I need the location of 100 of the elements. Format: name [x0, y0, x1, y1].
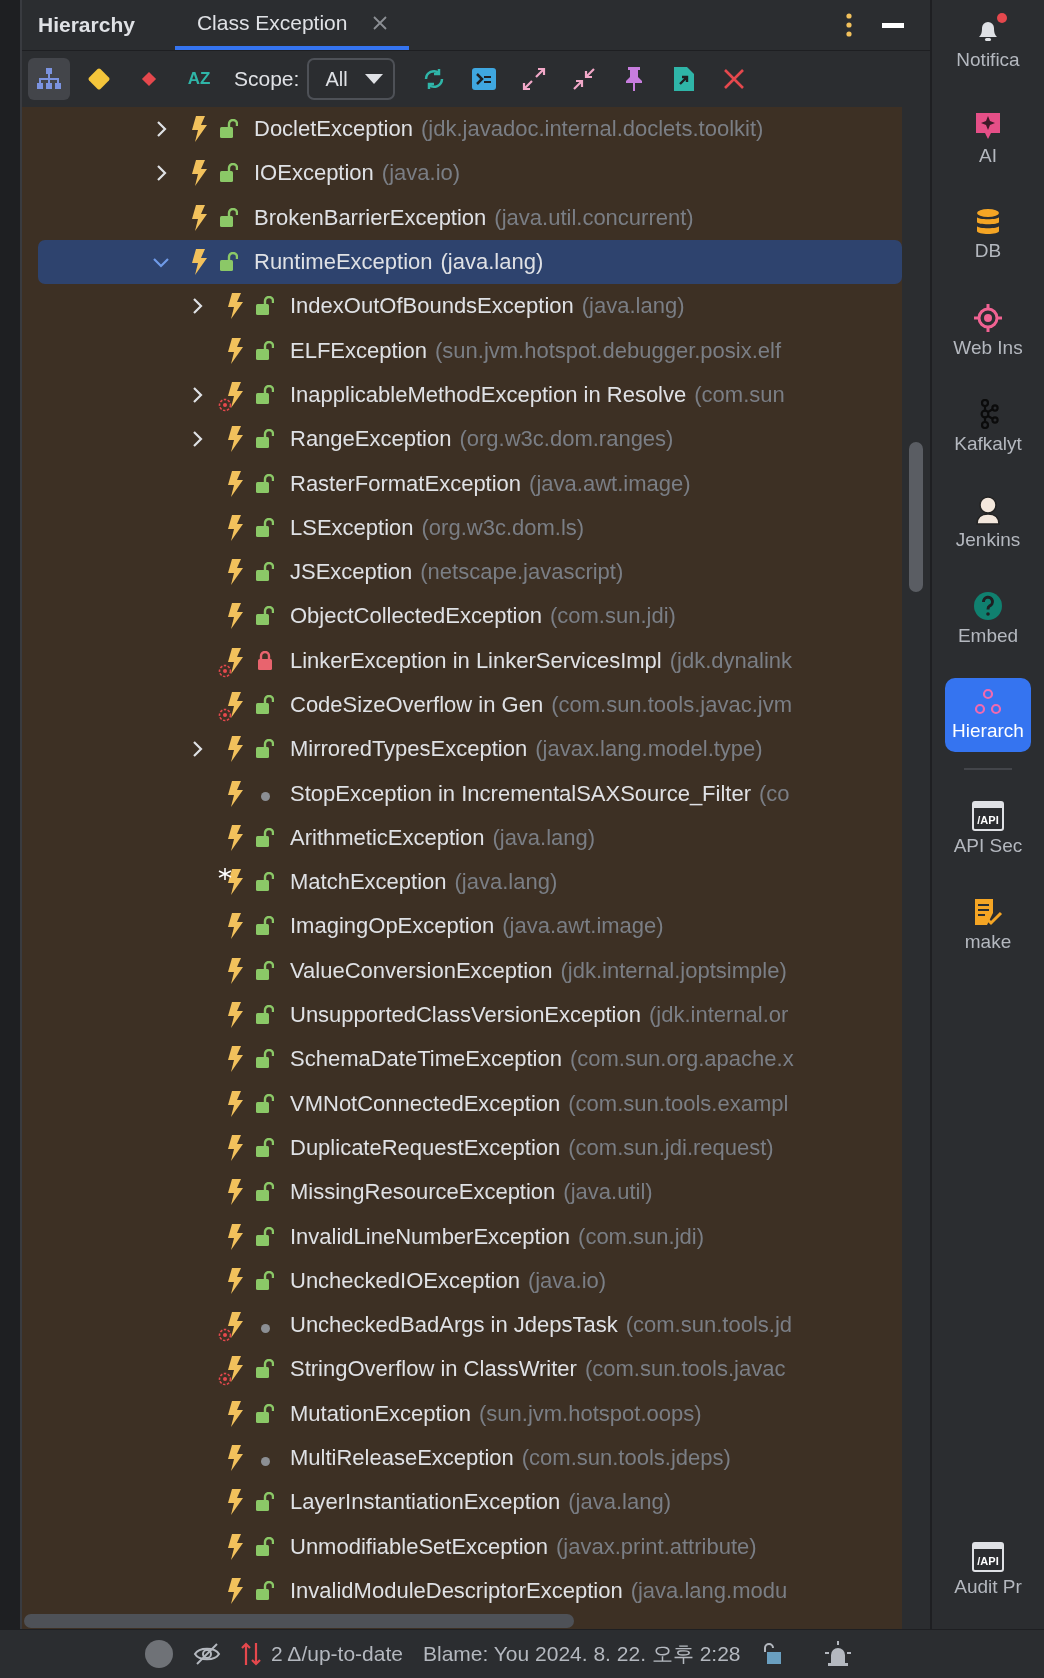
unlocked-icon — [256, 1093, 274, 1114]
class-name: LinkerException in LinkerServicesImpl — [290, 647, 662, 674]
status-circle-icon[interactable] — [145, 1640, 173, 1668]
tree-row[interactable]: RangeException (org.w3c.dom.ranges) — [38, 417, 902, 462]
tree-row[interactable]: StringOverflow in ClassWriter (com.sun.tools.javac — [38, 1347, 902, 1392]
unlocked-icon — [256, 517, 274, 538]
tree-row[interactable]: UnsupportedClassVersionException (jdk.internal.or — [38, 992, 902, 1038]
tree-row[interactable]: JSException (netscape.javascript) — [38, 549, 902, 595]
export-file-icon — [673, 66, 696, 92]
tool-window-button[interactable]: Notifica — [945, 6, 1031, 80]
unlocked-icon — [256, 1049, 274, 1070]
package-name: (jdk.internal.joptsimple) — [560, 957, 787, 984]
class-name: RangeException — [290, 426, 452, 453]
tree-row[interactable]: ObjectCollectedException (com.sun.jdi) — [38, 594, 902, 639]
package-name: (jdk.dynalink — [669, 647, 792, 674]
tree-row[interactable]: DocletException (jdk.javadoc.internal.doclets.toolkit) — [38, 107, 902, 152]
tree-row[interactable]: IndexOutOfBoundsException (java.lang) — [38, 284, 902, 329]
tool-window-button[interactable]: /API Audit Pr — [945, 1533, 1031, 1607]
unlocked-icon — [256, 1182, 274, 1203]
tree-row[interactable]: RasterFormatException (java.awt.image) — [38, 461, 902, 506]
tree-row[interactable]: UnmodifiableSetException (javax.print.attribute) — [38, 1524, 902, 1569]
tree-row[interactable]: StopException in IncrementalSAXSource_Filter (co — [38, 771, 902, 816]
tree-row[interactable]: SchemaDateTimeException (com.sun.org.apache.x — [38, 1037, 902, 1082]
tree-row[interactable]: MutationException (sun.jvm.hotspot.oops) — [38, 1391, 902, 1436]
unlocked-icon — [256, 606, 274, 627]
package-name: (javax.lang.model.type) — [535, 736, 763, 763]
hierarchy-button[interactable] — [28, 58, 70, 100]
alarm-light-icon[interactable] — [822, 1641, 853, 1667]
package-name: (java.lang) — [492, 824, 596, 851]
eye-off-icon[interactable] — [193, 1642, 221, 1666]
sparkle-icon — [974, 111, 1002, 141]
tree-row[interactable]: MultiReleaseException (com.sun.tools.jdeps) — [38, 1435, 902, 1481]
tool-window-button[interactable]: DB — [945, 198, 1031, 272]
tree-row[interactable]: IOException (java.io) — [38, 151, 902, 196]
dot-icon — [260, 1323, 270, 1333]
tool-window-button[interactable]: Embed — [945, 582, 1031, 656]
unlocked-icon — [256, 1359, 274, 1380]
tree-row[interactable]: MatchException (java.lang) — [38, 860, 902, 905]
lightning-icon — [227, 957, 243, 984]
unlocked-icon — [220, 252, 238, 273]
unlocked-icon — [256, 1403, 274, 1424]
tool-window-button[interactable]: Jenkins — [945, 486, 1031, 560]
tree-row[interactable]: CodeSizeOverflow in Gen (com.sun.tools.javac.jvm — [38, 682, 902, 728]
tree-row[interactable]: DuplicateRequestException (com.sun.jdi.request) — [38, 1125, 902, 1171]
class-name: BrokenBarrierException — [254, 204, 487, 231]
tree-row[interactable]: RuntimeException (java.lang) — [38, 239, 902, 285]
package-name: (java.lang) — [440, 249, 544, 276]
sort-button[interactable]: AZ — [178, 58, 220, 100]
tree-row[interactable]: UncheckedBadArgs in JdepsTask (com.sun.tools.jd — [38, 1303, 902, 1348]
tree-row[interactable]: LayerInstantiationException (java.lang) — [38, 1480, 902, 1525]
class-name: InapplicableMethodException in Resolve — [290, 381, 687, 408]
package-name: (java.lang.modu — [630, 1577, 788, 1604]
class-name: ImagingOpException — [290, 913, 495, 940]
vertical-scrollbar[interactable] — [909, 442, 923, 592]
tab[interactable]: Class Exception — [174, 0, 410, 50]
minimize-icon[interactable] — [882, 22, 904, 28]
hierarchy-icon — [973, 688, 1003, 716]
tool-window-button[interactable]: AI — [945, 102, 1031, 176]
tree-row[interactable]: BrokenBarrierException (java.util.concurrent) — [38, 195, 902, 240]
tool-window-button[interactable]: Kafkalyt — [945, 390, 1031, 464]
tree-row[interactable]: InvalidLineNumberException (com.sun.jdi) — [38, 1214, 902, 1259]
tree-row[interactable]: LSException (org.w3c.dom.ls) — [38, 505, 902, 550]
lightning-icon — [227, 1046, 243, 1073]
tool-window-button[interactable]: make — [945, 888, 1031, 962]
package-name: (sun.jvm.hotspot.debugger.posix.elf — [434, 337, 782, 364]
tool-window-button[interactable]: /API API Sec — [945, 792, 1031, 866]
class-name: IOException — [254, 160, 374, 187]
close-icon[interactable] — [373, 16, 388, 30]
tree-row[interactable]: ELFException (sun.jvm.hotspot.debugger.posix.elf — [38, 328, 902, 373]
up-down-arrows-icon[interactable] — [241, 1641, 261, 1667]
tree-row[interactable]: LinkerException in LinkerServicesImpl (jdk.dynalink — [38, 638, 902, 683]
dot-icon — [260, 1456, 270, 1466]
tree-row[interactable]: MirroredTypesException (javax.lang.model.type) — [38, 727, 902, 772]
class-name: CodeSizeOverflow in Gen — [290, 692, 544, 718]
tree-row[interactable]: ImagingOpException (java.awt.image) — [38, 904, 902, 949]
class-name: StopException in IncrementalSAXSource_Filter — [290, 780, 751, 807]
tree-row[interactable]: VMNotConnectedException (com.sun.tools.exampl — [38, 1081, 902, 1126]
tree-row[interactable]: InapplicableMethodException in Resolve (com.sun — [38, 372, 902, 418]
tree-row[interactable]: ArithmeticException (java.lang) — [38, 815, 902, 861]
tree-row[interactable]: ValueConversionException (jdk.internal.joptsimple) — [38, 948, 902, 993]
tree-row[interactable]: InvalidModuleDescriptorException (java.lang.modu — [38, 1568, 902, 1614]
package-name: (java.awt.image) — [502, 913, 664, 940]
lightning-icon — [227, 426, 243, 453]
package-name: (sun.jvm.hotspot.oops) — [479, 1400, 702, 1427]
unlocked-icon — [256, 872, 274, 893]
more-options-icon[interactable] — [846, 13, 852, 37]
tool-window-button[interactable]: Web Ins — [945, 294, 1031, 368]
class-name: MatchException — [290, 869, 447, 896]
tool-window-button[interactable]: Hierarch — [945, 678, 1031, 752]
lightning-icon — [227, 1090, 243, 1117]
tree-row[interactable]: UncheckedIOException (java.io) — [38, 1258, 902, 1303]
vcs-status[interactable]: 2 Δ/up-to-date — [271, 1642, 403, 1666]
blame-info[interactable]: Blame: You 2024. 8. 22. 오후 2:28 — [422, 1640, 741, 1668]
lightning-icon — [227, 337, 243, 364]
scope-dropdown[interactable]: All — [307, 58, 396, 100]
lightning-icon — [191, 160, 207, 187]
lightning-icon — [227, 736, 243, 763]
tree-row[interactable]: MissingResourceException (java.util) — [38, 1170, 902, 1215]
close-icon — [723, 68, 746, 90]
horizontal-scrollbar[interactable] — [24, 1614, 574, 1629]
